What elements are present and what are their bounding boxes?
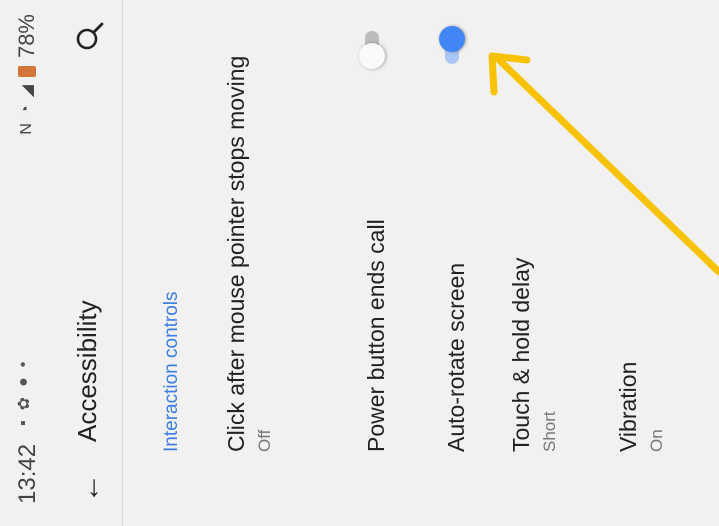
battery-percent: 78%: [14, 14, 39, 59]
setting-power-button-ends-call[interactable]: Power button ends call: [361, 12, 391, 452]
more-notifications-icon: •: [15, 361, 32, 368]
status-bar: 13:42 ▪ ✿ ● • N ◔ ◢ 78%: [0, 0, 60, 526]
nfc-icon: N: [18, 123, 35, 135]
setting-title: Auto-rotate screen: [443, 262, 469, 452]
settings-list: Interaction controls Click after mouse p…: [123, 0, 719, 526]
power-button-toggle[interactable]: [357, 25, 387, 71]
settings-gear-icon: ✿: [16, 396, 33, 411]
setting-summary: Off: [255, 429, 274, 452]
app-bar: ← Accessibility: [60, 0, 122, 526]
section-header: Interaction controls: [161, 291, 182, 452]
setting-title: Power button ends call: [363, 219, 389, 452]
setting-touch-hold-delay[interactable]: Touch & hold delay Short: [506, 12, 560, 452]
search-icon[interactable]: [68, 14, 112, 58]
setting-vibration[interactable]: Vibration On: [613, 12, 667, 452]
setting-title: Click after mouse pointer stops moving: [223, 55, 249, 452]
app-notification-icon: ●: [15, 377, 32, 387]
phone-screen: 13:42 ▪ ✿ ● • N ◔ ◢ 78% ← Accessibility …: [0, 0, 719, 526]
setting-title: Touch & hold delay: [508, 257, 534, 452]
setting-summary: Short: [540, 411, 559, 452]
setting-click-after-pointer-stops[interactable]: Click after mouse pointer stops moving O…: [221, 12, 275, 452]
auto-rotate-toggle[interactable]: [437, 24, 467, 70]
setting-summary: On: [647, 429, 666, 452]
message-icon: ▪: [15, 420, 32, 426]
page-title: Accessibility: [72, 300, 102, 442]
setting-auto-rotate-screen[interactable]: Auto-rotate screen: [441, 12, 471, 452]
toggle-thumb: [359, 43, 385, 69]
signal-icon: ◢: [19, 85, 36, 98]
battery-icon: [18, 66, 36, 78]
toggle-thumb: [439, 26, 465, 52]
status-time: 13:42: [14, 443, 41, 504]
wifi-icon: ◔: [18, 105, 35, 116]
status-right: N ◔ ◢ 78%: [14, 14, 40, 135]
notification-icons: ▪ ✿ ● •: [14, 362, 34, 426]
arrow-left-icon[interactable]: ←: [70, 470, 110, 506]
setting-title: Vibration: [615, 361, 641, 452]
